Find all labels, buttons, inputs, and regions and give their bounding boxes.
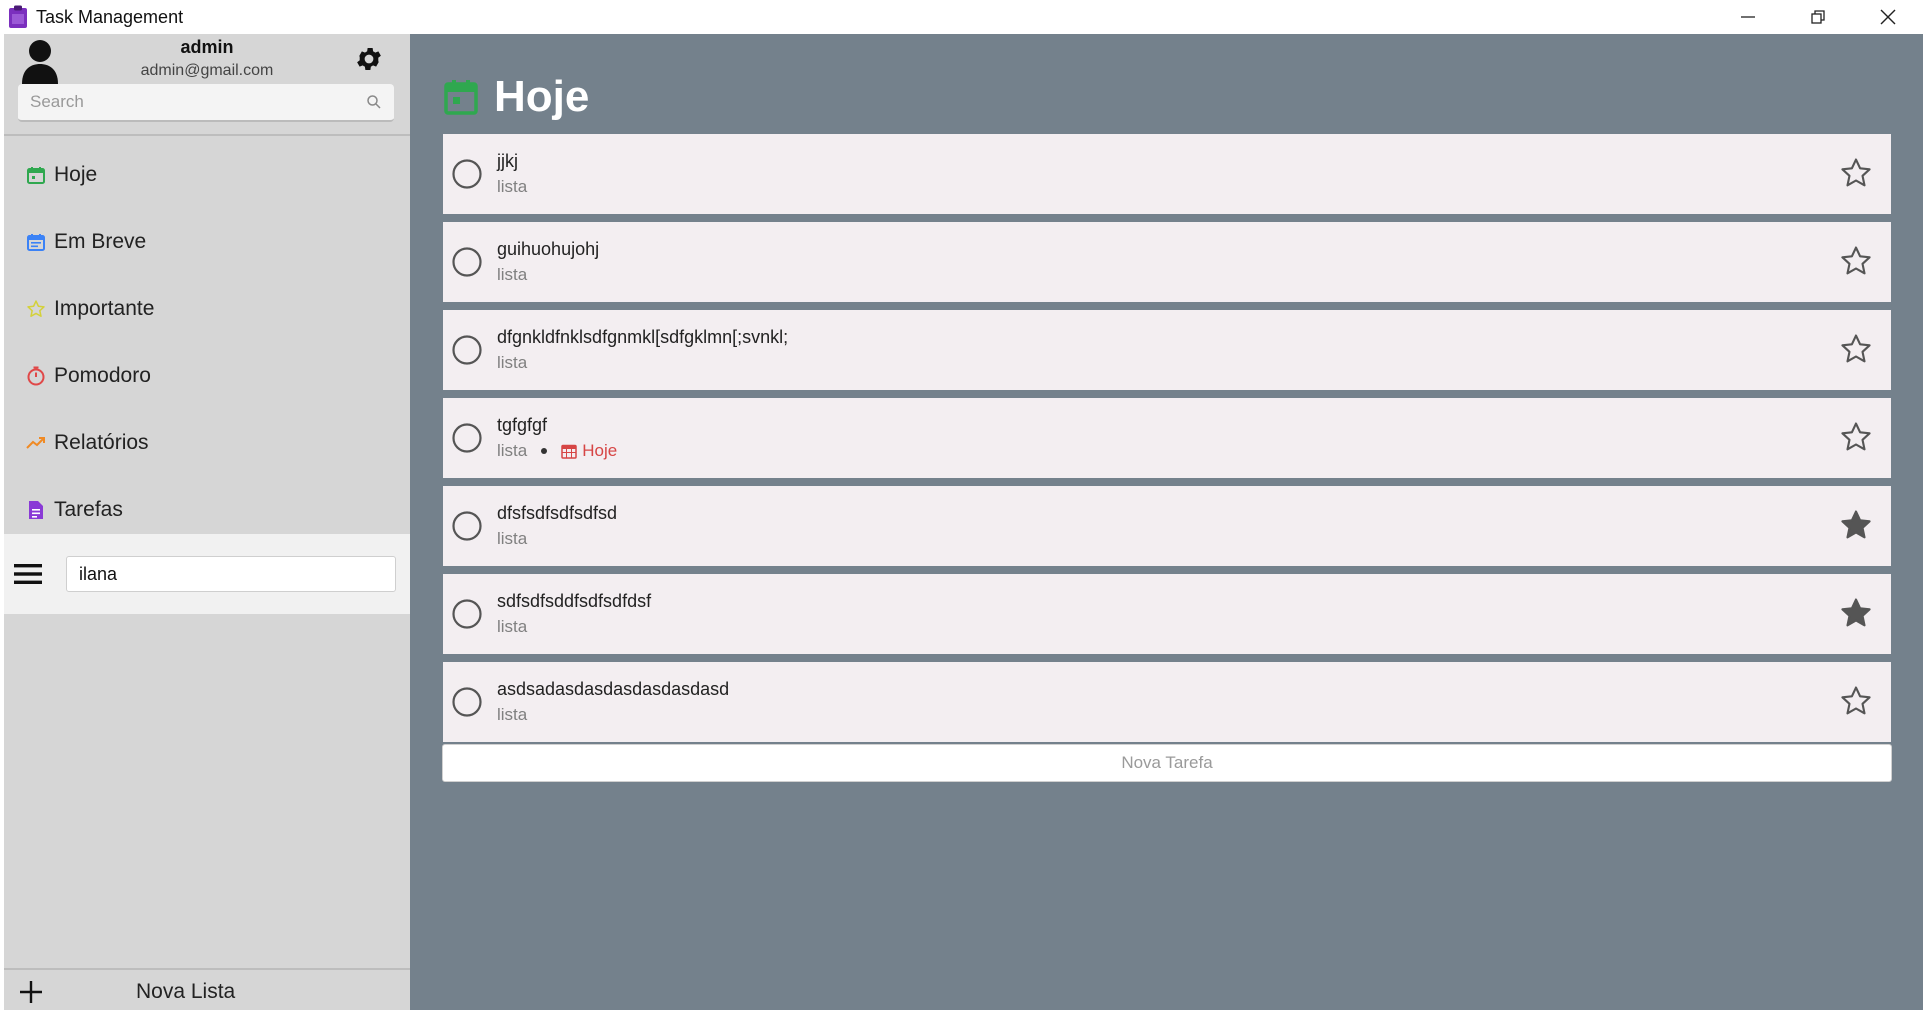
task-title: sdfsdfsddfsdfsdfdsf [497, 591, 652, 611]
sidebar: admin admin@gmail.com Hoje Em Breve Impo… [4, 34, 410, 1010]
trend-chart-icon [26, 433, 46, 453]
page-header: Hoje [444, 72, 589, 122]
calendar-list-icon [26, 232, 46, 252]
separator-dot [541, 448, 548, 454]
sidebar-item-hoje[interactable]: Hoje [4, 147, 410, 203]
task-list-name: lista [497, 529, 528, 548]
calendar-icon [26, 165, 46, 185]
task-checkbox[interactable] [451, 510, 483, 542]
star-outline-icon[interactable] [1839, 332, 1873, 366]
sidebar-item-label: Pomodoro [54, 364, 151, 387]
sidebar-item-importante[interactable]: Importante [4, 281, 410, 337]
sidebar-divider [4, 134, 410, 136]
task-checkbox[interactable] [451, 686, 483, 718]
task-list-name: lista [497, 265, 528, 284]
task-list-name: lista [497, 705, 528, 724]
task-title: asdsadasdasdasdasdasdasd [497, 679, 730, 699]
task-meta: lista [497, 177, 527, 197]
sidebar-item-tarefas[interactable]: Tarefas [4, 482, 410, 538]
sidebar-item-label: Relatórios [54, 431, 149, 454]
list-name-input[interactable] [66, 556, 396, 592]
plus-icon [18, 979, 44, 1005]
star-outline-icon[interactable] [1839, 156, 1873, 190]
star-outline-icon[interactable] [1839, 420, 1873, 454]
calendar-icon [561, 443, 577, 459]
gear-icon[interactable] [354, 44, 384, 74]
task-checkbox[interactable] [451, 158, 483, 190]
user-profile: admin admin@gmail.com [4, 34, 410, 84]
task-item[interactable]: guihuohujohj lista [443, 222, 1891, 302]
user-name: admin [180, 37, 234, 57]
task-item[interactable]: dfgnkldfnklsdfgnmkl[sdfgklmn[;svnkl; lis… [443, 310, 1891, 390]
task-meta: lista [497, 265, 527, 285]
calendar-icon [444, 79, 478, 115]
custom-list-item[interactable] [4, 534, 410, 614]
sidebar-item-pomodoro[interactable]: Pomodoro [4, 348, 410, 404]
user-email: admin@gmail.com [140, 62, 274, 79]
task-list-name: lista [497, 441, 528, 460]
window-title: Task Management [36, 6, 184, 27]
task-meta: lista [497, 705, 527, 725]
task-meta: lista [497, 353, 527, 373]
restore-button[interactable] [1783, 0, 1853, 34]
task-list-name: lista [497, 617, 528, 636]
sidebar-item-relatorios[interactable]: Relatórios [4, 415, 410, 471]
star-outline-icon[interactable] [1839, 684, 1873, 718]
task-list-name: lista [497, 177, 528, 196]
sidebar-item-label: Tarefas [54, 498, 123, 521]
task-title: dfgnkldfnklsdfgnmkl[sdfgklmn[;svnkl; [497, 327, 789, 347]
search-input[interactable] [18, 91, 366, 113]
document-icon [26, 500, 46, 520]
task-meta: lista [497, 529, 527, 549]
task-checkbox[interactable] [451, 422, 483, 454]
task-item[interactable]: jjkj lista [443, 134, 1891, 214]
task-meta: lista Hoje [497, 441, 617, 461]
new-task-button[interactable]: Nova Tarefa [442, 744, 1892, 782]
task-title: guihuohujohj [497, 239, 600, 259]
new-list-button[interactable]: Nova Lista [4, 974, 410, 1010]
task-checkbox[interactable] [451, 598, 483, 630]
hamburger-menu-icon[interactable] [14, 563, 42, 585]
star-outline-icon[interactable] [1839, 244, 1873, 278]
search-icon[interactable] [366, 94, 382, 110]
sidebar-item-label: Em Breve [54, 230, 147, 253]
sidebar-item-label: Hoje [54, 163, 98, 186]
star-outline-icon [26, 299, 46, 319]
task-checkbox[interactable] [451, 334, 483, 366]
new-list-label: Nova Lista [136, 980, 236, 1003]
task-item[interactable]: tgfgfgf lista Hoje [443, 398, 1891, 478]
page-title: Hoje [494, 72, 590, 121]
sidebar-bottom-divider [4, 968, 410, 970]
clipboard-app-icon [8, 5, 30, 29]
minimize-button[interactable] [1713, 0, 1783, 34]
close-button[interactable] [1853, 0, 1923, 34]
timer-icon [26, 366, 46, 386]
task-title: dfsfsdfsdfsdfsd [497, 503, 618, 523]
task-list-name: lista [497, 353, 528, 372]
title-bar: Task Management [0, 0, 1923, 34]
task-title: tgfgfgf [497, 415, 548, 435]
task-item[interactable]: dfsfsdfsdfsdfsd lista [443, 486, 1891, 566]
task-checkbox[interactable] [451, 246, 483, 278]
star-filled-icon[interactable] [1839, 596, 1873, 630]
sidebar-item-label: Importante [54, 297, 155, 320]
task-due-label: Hoje [582, 441, 618, 460]
search-box [18, 84, 394, 122]
main-panel: Hoje jjkj lista guihuohujohj lista dfgnk… [410, 34, 1923, 1010]
task-meta: lista [497, 617, 527, 637]
sidebar-item-em-breve[interactable]: Em Breve [4, 214, 410, 270]
task-due-date: Hoje [561, 441, 617, 461]
star-filled-icon[interactable] [1839, 508, 1873, 542]
task-item[interactable]: asdsadasdasdasdasdasdasd lista [443, 662, 1891, 742]
task-item[interactable]: sdfsdfsddfsdfsdfdsf lista [443, 574, 1891, 654]
task-title: jjkj [497, 151, 518, 171]
